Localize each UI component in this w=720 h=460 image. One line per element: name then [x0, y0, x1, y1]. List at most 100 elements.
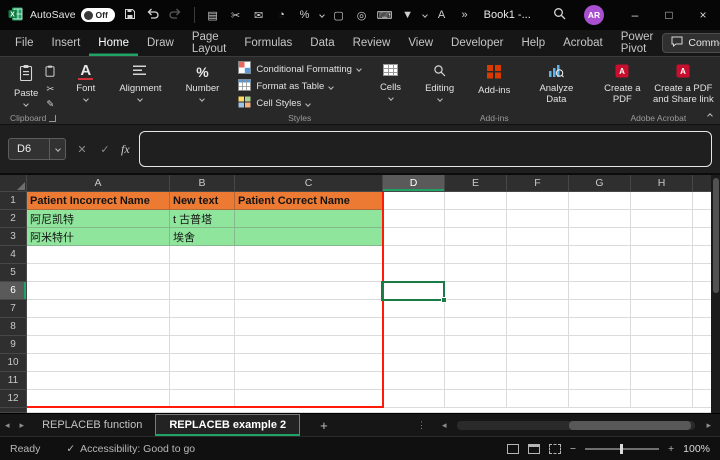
paste-button[interactable]: Paste	[9, 61, 43, 111]
row-header-8[interactable]: 8	[0, 318, 27, 336]
cell-H10[interactable]	[631, 354, 693, 372]
cell-D11[interactable]	[383, 372, 445, 390]
autosave-toggle[interactable]: Off	[81, 8, 115, 22]
tab-insert[interactable]: Insert	[43, 30, 90, 56]
cell-E4[interactable]	[445, 246, 507, 264]
cell-F3[interactable]	[507, 228, 569, 246]
tab-home[interactable]: Home	[89, 30, 138, 56]
paste-small-icon[interactable]	[43, 65, 57, 80]
tab-developer[interactable]: Developer	[442, 30, 512, 56]
cell-B10[interactable]	[170, 354, 235, 372]
normal-view-icon[interactable]	[507, 444, 519, 454]
cell-H4[interactable]	[631, 246, 693, 264]
cell-D1[interactable]	[383, 192, 445, 210]
number-menu-button[interactable]: % Number	[181, 61, 225, 111]
cell-G10[interactable]	[569, 354, 631, 372]
row-header-1[interactable]: 1	[0, 192, 27, 210]
cell-B4[interactable]	[170, 246, 235, 264]
col-header-G[interactable]: G	[569, 175, 631, 192]
cell-G3[interactable]	[569, 228, 631, 246]
row-header-10[interactable]: 10	[0, 354, 27, 372]
cell-A3[interactable]: 阿米特什	[27, 228, 170, 246]
cell-E10[interactable]	[445, 354, 507, 372]
sheet-tab-replaceb-function[interactable]: REPLACEB function	[29, 414, 155, 436]
tab-formulas[interactable]: Formulas	[235, 30, 301, 56]
cell-C2[interactable]	[235, 210, 383, 228]
tab-help[interactable]: Help	[512, 30, 554, 56]
create-pdf-share-button[interactable]: A Create a PDF and Share link	[647, 61, 719, 111]
chevron-down-icon[interactable]	[422, 12, 428, 18]
formula-input[interactable]	[139, 131, 712, 167]
cell-A8[interactable]	[27, 318, 170, 336]
col-header-B[interactable]: B	[170, 175, 235, 192]
cell-A6[interactable]	[27, 282, 170, 300]
cell-E5[interactable]	[445, 264, 507, 282]
target-icon[interactable]: ◎	[354, 9, 370, 22]
row-header-3[interactable]: 3	[0, 228, 27, 246]
cell-G4[interactable]	[569, 246, 631, 264]
cell-B2[interactable]: t 古普塔	[170, 210, 235, 228]
sheet-nav-left-icon[interactable]: ◂	[0, 414, 15, 436]
confirm-icon[interactable]: ✓	[98, 143, 112, 156]
cell-G5[interactable]	[569, 264, 631, 282]
cell-B7[interactable]	[170, 300, 235, 318]
cell-D3[interactable]	[383, 228, 445, 246]
cell-C6[interactable]	[235, 282, 383, 300]
cell-F1[interactable]	[507, 192, 569, 210]
cell-A10[interactable]	[27, 354, 170, 372]
cell-H6[interactable]	[631, 282, 693, 300]
comments-button[interactable]: Comments	[662, 33, 720, 53]
cell-C11[interactable]	[235, 372, 383, 390]
cell-E7[interactable]	[445, 300, 507, 318]
cell-E6[interactable]	[445, 282, 507, 300]
cell-D2[interactable]	[383, 210, 445, 228]
addins-button[interactable]: Add-ins	[473, 61, 515, 111]
selected-cell-outline[interactable]	[381, 281, 445, 301]
format-as-table-button[interactable]: Format as Table	[238, 79, 361, 94]
select-all-corner[interactable]	[0, 175, 27, 192]
more-options-icon[interactable]: ⋮	[412, 420, 431, 431]
fill-handle[interactable]	[441, 297, 447, 303]
tab-draw[interactable]: Draw	[138, 30, 183, 56]
cell-B6[interactable]	[170, 282, 235, 300]
format-painter-icon[interactable]: ✎	[43, 99, 57, 110]
cells-menu-button[interactable]: Cells	[375, 61, 406, 111]
cell-B8[interactable]	[170, 318, 235, 336]
cut-icon[interactable]: ✂	[228, 9, 244, 22]
close-button[interactable]: ×	[686, 0, 720, 30]
cell-F10[interactable]	[507, 354, 569, 372]
add-sheet-button[interactable]: +	[310, 414, 338, 436]
horizontal-scrollbar[interactable]	[457, 421, 695, 430]
cell-F12[interactable]	[507, 390, 569, 408]
cell-B5[interactable]	[170, 264, 235, 282]
cell-H3[interactable]	[631, 228, 693, 246]
font-menu-button[interactable]: A Font	[71, 61, 100, 111]
cell-H11[interactable]	[631, 372, 693, 390]
cell-E8[interactable]	[445, 318, 507, 336]
cell-D8[interactable]	[383, 318, 445, 336]
vertical-scrollbar[interactable]	[711, 175, 720, 413]
row-header-11[interactable]: 11	[0, 372, 27, 390]
maximize-button[interactable]: □	[652, 0, 686, 30]
cell-styles-button[interactable]: Cell Styles	[238, 96, 361, 111]
conditional-formatting-button[interactable]: Conditional Formatting	[238, 61, 361, 77]
tab-data[interactable]: Data	[301, 30, 343, 56]
redo-icon[interactable]	[168, 8, 184, 22]
avatar[interactable]: AR	[584, 5, 604, 25]
tab-review[interactable]: Review	[344, 30, 400, 56]
cell-G9[interactable]	[569, 336, 631, 354]
cell-E2[interactable]	[445, 210, 507, 228]
tab-view[interactable]: View	[399, 30, 442, 56]
create-pdf-button[interactable]: A Create a PDF	[597, 61, 647, 111]
cell-G2[interactable]	[569, 210, 631, 228]
cut-small-icon[interactable]: ✂	[43, 84, 57, 95]
cell-B1[interactable]: New text	[170, 192, 235, 210]
mail-icon[interactable]: ✉	[251, 9, 267, 22]
cell-C3[interactable]	[235, 228, 383, 246]
zoom-out-button[interactable]: −	[570, 443, 576, 455]
sheet-nav-right-icon[interactable]: ▸	[15, 414, 30, 436]
tab-power-pivot[interactable]: Power Pivot	[612, 30, 663, 56]
col-header-C[interactable]: C	[235, 175, 383, 192]
cell-H5[interactable]	[631, 264, 693, 282]
zoom-in-button[interactable]: +	[668, 443, 674, 455]
